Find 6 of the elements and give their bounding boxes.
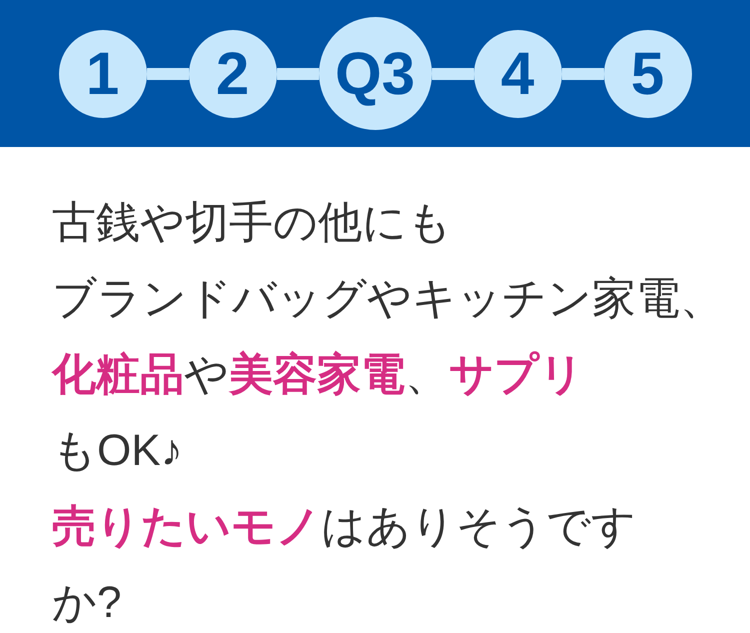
step-indicator: Q3	[318, 17, 432, 130]
question-text: 古銭や切手の他にも ブランドバッグやキッチン家電、 化粧品や美容家電、サプリ もOK♪ 売りたいモノはありそうです か?	[52, 197, 724, 629]
step-indicator: 5	[604, 30, 692, 118]
step-indicator: 2	[188, 30, 276, 118]
step-indicator: 1	[58, 30, 146, 118]
step-indicator: 4	[474, 30, 562, 118]
